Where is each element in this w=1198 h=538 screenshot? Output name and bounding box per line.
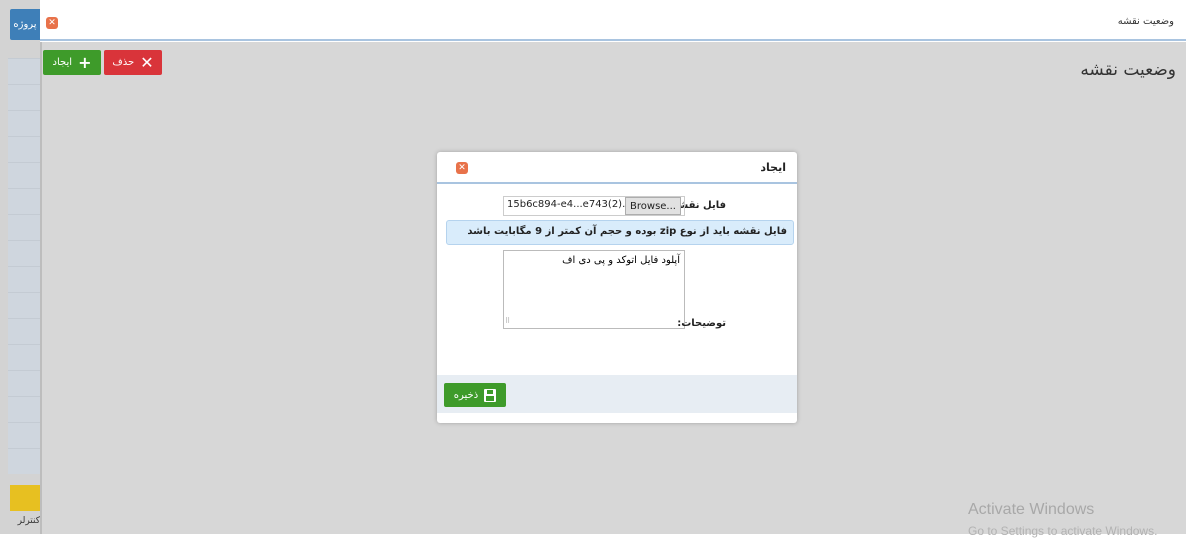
sidebar-item[interactable] [8, 448, 40, 474]
delete-button[interactable]: حذف ✕ [104, 50, 162, 75]
sidebar-item[interactable] [8, 422, 40, 448]
activation-watermark-subtitle: Go to Settings to activate Windows. [968, 524, 1158, 538]
sidebar-item[interactable] [8, 188, 40, 214]
page-title: وضعیت نقشه [1080, 60, 1176, 80]
sidebar-item[interactable] [8, 396, 40, 422]
tab-bar [40, 9, 1186, 41]
file-name: 15b6c894-e4...e743(2).zip [507, 199, 640, 210]
tab-close-icon[interactable]: ✕ [46, 17, 58, 29]
sidebar-item[interactable] [8, 84, 40, 110]
browse-button[interactable]: Browse... [625, 197, 681, 215]
sidebar-item[interactable] [8, 162, 40, 188]
sidebar-item[interactable] [8, 292, 40, 318]
sidebar-item[interactable] [8, 110, 40, 136]
info-message: فایل نقشه باید از نوع zip بوده و حجم آن … [446, 220, 794, 245]
modal-title: ایجاد [760, 161, 786, 174]
sidebar-item[interactable] [8, 318, 40, 344]
plus-icon: + [78, 52, 92, 72]
sidebar-item[interactable] [8, 136, 40, 162]
add-button-label: ایجاد [52, 57, 73, 68]
save-button-label: ذخیره [453, 389, 479, 401]
sidebar-item[interactable] [8, 214, 40, 240]
sidebar-item[interactable] [8, 58, 40, 84]
sidebar-item[interactable] [8, 240, 40, 266]
tab-title[interactable]: وضعیت نقشه [1118, 16, 1174, 27]
modal-header [437, 152, 797, 184]
resize-grip-icon[interactable]: ⠿ [505, 317, 510, 325]
floppy-icon [484, 388, 497, 402]
sidebar-item[interactable] [8, 266, 40, 292]
activation-watermark-title: Activate Windows [968, 501, 1095, 518]
description-textarea[interactable]: آپلود فایل اتوکد و پی دی اف [503, 250, 685, 329]
sidebar-bottom-label: کنترلر [17, 516, 40, 526]
delete-button-label: حذف [112, 57, 135, 68]
sidebar-item[interactable] [8, 370, 40, 396]
save-button[interactable]: ذخیره [444, 383, 506, 407]
add-button[interactable]: ایجاد + [43, 50, 101, 75]
project-tab[interactable]: پروژه [10, 9, 40, 40]
modal-close-icon[interactable]: ✕ [456, 162, 468, 174]
x-icon: ✕ [140, 52, 154, 72]
sidebar-item-highlight[interactable] [10, 485, 40, 511]
sidebar-item[interactable] [8, 344, 40, 370]
description-label: توضیحات: [677, 318, 726, 329]
